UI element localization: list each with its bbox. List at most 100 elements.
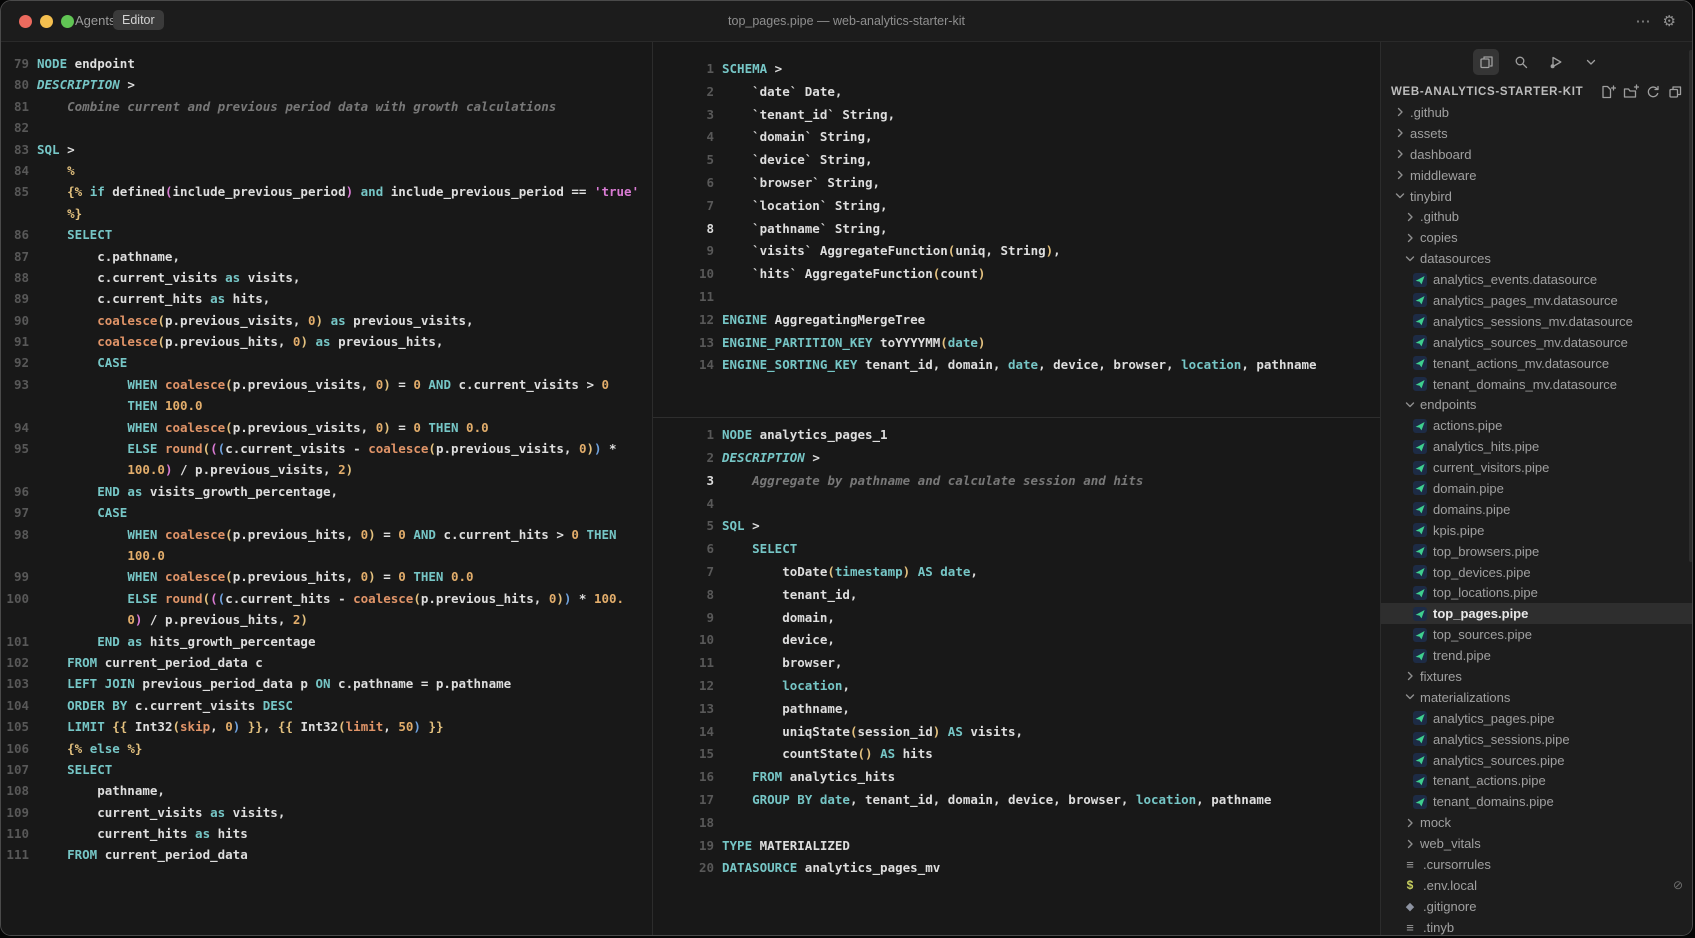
settings-gear-icon[interactable]: ⚙ (1663, 14, 1676, 29)
code-line[interactable]: 12 location, (653, 675, 1380, 698)
chevron-down-icon[interactable] (1578, 49, 1604, 75)
tree-item-top_browsers.pipe[interactable]: top_browsers.pipe (1381, 541, 1693, 562)
code-line[interactable]: 101 END as hits_growth_percentage (1, 631, 652, 652)
code-line[interactable]: 97 CASE (1, 502, 652, 523)
code-line[interactable]: 100.0 (1, 545, 652, 566)
overflow-menu-icon[interactable]: ⋯ (1636, 14, 1651, 29)
tree-item-fixtures[interactable]: fixtures (1381, 666, 1693, 687)
tree-item-kpis.pipe[interactable]: kpis.pipe (1381, 520, 1693, 541)
tree-item-tinybird[interactable]: tinybird (1381, 186, 1693, 207)
schema-section[interactable]: 1SCHEMA >2 `date` Date,3 `tenant_id` Str… (653, 42, 1380, 418)
new-file-icon[interactable] (1599, 84, 1616, 100)
tree-item-current_visitors.pipe[interactable]: current_visitors.pipe (1381, 457, 1693, 478)
minimize-button[interactable] (40, 15, 53, 28)
tree-item-.github[interactable]: .github (1381, 206, 1693, 227)
code-line[interactable]: 16 FROM analytics_hits (653, 766, 1380, 789)
code-line[interactable]: 15 countState() AS hits (653, 743, 1380, 766)
code-line[interactable]: 83SQL > (1, 139, 652, 160)
code-line[interactable]: 20DATASOURCE analytics_pages_mv (653, 857, 1380, 880)
code-line[interactable]: 4 (653, 493, 1380, 516)
code-line[interactable]: 3 Aggregate by pathname and calculate se… (653, 470, 1380, 493)
zoom-button[interactable] (61, 15, 74, 28)
code-line[interactable]: 80DESCRIPTION > (1, 74, 652, 95)
tree-item-analytics_events.datasource[interactable]: analytics_events.datasource (1381, 269, 1693, 290)
sidebar-scrollbar[interactable] (1689, 50, 1693, 562)
tree-item-copies[interactable]: copies (1381, 227, 1693, 248)
code-line[interactable]: 107 SELECT (1, 759, 652, 780)
tree-item-middleware[interactable]: middleware (1381, 165, 1693, 186)
code-line[interactable]: 2DESCRIPTION > (653, 447, 1380, 470)
code-line[interactable]: 100.0) / p.previous_visits, 2) (1, 459, 652, 480)
collapse-panels-icon[interactable] (1667, 84, 1683, 100)
tree-item-datasources[interactable]: datasources (1381, 248, 1693, 269)
tree-item-dashboard[interactable]: dashboard (1381, 144, 1693, 165)
code-line[interactable]: 95 ELSE round(((c.current_visits - coale… (1, 438, 652, 459)
chevron-down-icon[interactable] (1403, 252, 1417, 266)
code-line[interactable]: THEN 100.0 (1, 395, 652, 416)
code-line[interactable]: 7 toDate(timestamp) AS date, (653, 561, 1380, 584)
node-section[interactable]: 1NODE analytics_pages_12DESCRIPTION >3 A… (653, 418, 1380, 880)
tree-item-analytics_sessions_mv.datasource[interactable]: analytics_sessions_mv.datasource (1381, 311, 1693, 332)
chevron-right-icon[interactable] (1403, 837, 1417, 851)
tree-item-.gitignore[interactable]: ◆.gitignore (1381, 896, 1693, 917)
code-line[interactable]: 4 `domain` String, (653, 126, 1380, 149)
code-line[interactable]: 14ENGINE_SORTING_KEY tenant_id, domain, … (653, 354, 1380, 377)
tree-item-analytics_pages.pipe[interactable]: analytics_pages.pipe (1381, 708, 1693, 729)
code-line[interactable]: 89 c.current_hits as hits, (1, 288, 652, 309)
code-line[interactable]: 5SQL > (653, 515, 1380, 538)
chevron-down-icon[interactable] (1393, 189, 1407, 203)
code-line[interactable]: 0) / p.previous_hits, 2) (1, 609, 652, 630)
tree-item-analytics_pages_mv.datasource[interactable]: analytics_pages_mv.datasource (1381, 290, 1693, 311)
code-line[interactable]: 96 END as visits_growth_percentage, (1, 481, 652, 502)
code-line[interactable]: 11 browser, (653, 652, 1380, 675)
chevron-right-icon[interactable] (1393, 168, 1407, 182)
chevron-right-icon[interactable] (1403, 669, 1417, 683)
tree-item-tenant_actions.pipe[interactable]: tenant_actions.pipe (1381, 771, 1693, 792)
search-icon[interactable] (1508, 49, 1534, 75)
tree-item-tenant_domains.pipe[interactable]: tenant_domains.pipe (1381, 791, 1693, 812)
code-line[interactable]: 10 `hits` AggregateFunction(count) (653, 263, 1380, 286)
tree-item-.env.local[interactable]: $.env.local⊘ (1381, 875, 1693, 896)
code-line[interactable]: 17 GROUP BY date, tenant_id, domain, dev… (653, 789, 1380, 812)
code-line[interactable]: 13ENGINE_PARTITION_KEY toYYYYMM(date) (653, 332, 1380, 355)
code-line[interactable]: 2 `date` Date, (653, 81, 1380, 104)
tree-item-domains.pipe[interactable]: domains.pipe (1381, 499, 1693, 520)
tree-item-analytics_sources_mv.datasource[interactable]: analytics_sources_mv.datasource (1381, 332, 1693, 353)
chevron-right-icon[interactable] (1403, 231, 1417, 245)
code-line[interactable]: 93 WHEN coalesce(p.previous_visits, 0) =… (1, 374, 652, 395)
chevron-right-icon[interactable] (1393, 147, 1407, 161)
code-line[interactable]: 3 `tenant_id` String, (653, 104, 1380, 127)
code-line[interactable]: 108 pathname, (1, 780, 652, 801)
code-line[interactable]: 90 coalesce(p.previous_visits, 0) as pre… (1, 310, 652, 331)
code-line[interactable]: 106 {% else %} (1, 738, 652, 759)
code-line[interactable]: 103 LEFT JOIN previous_period_data p ON … (1, 673, 652, 694)
code-line[interactable]: 1SCHEMA > (653, 58, 1380, 81)
chevron-down-icon[interactable] (1403, 690, 1417, 704)
code-line[interactable]: 10 device, (653, 629, 1380, 652)
code-line[interactable]: 1NODE analytics_pages_1 (653, 424, 1380, 447)
code-line[interactable]: 88 c.current_visits as visits, (1, 267, 652, 288)
debug-icon[interactable] (1543, 49, 1569, 75)
code-line[interactable]: %} (1, 203, 652, 224)
code-line[interactable]: 79NODE endpoint (1, 53, 652, 74)
tree-item-tenant_domains_mv.datasource[interactable]: tenant_domains_mv.datasource (1381, 374, 1693, 395)
code-line[interactable]: 87 c.pathname, (1, 246, 652, 267)
code-line[interactable]: 84 % (1, 160, 652, 181)
tree-item-tenant_actions_mv.datasource[interactable]: tenant_actions_mv.datasource (1381, 353, 1693, 374)
tree-item-.tinyb[interactable]: ≡.tinyb (1381, 917, 1693, 936)
code-line[interactable]: 109 current_visits as visits, (1, 802, 652, 823)
code-line[interactable]: 9 domain, (653, 607, 1380, 630)
code-line[interactable]: 8 tenant_id, (653, 584, 1380, 607)
tree-item-endpoints[interactable]: endpoints (1381, 394, 1693, 415)
code-line[interactable]: 86 SELECT (1, 224, 652, 245)
code-line[interactable]: 105 LIMIT {{ Int32(skip, 0) }}, {{ Int32… (1, 716, 652, 737)
tab-editor[interactable]: Editor (113, 10, 164, 30)
code-line[interactable]: 5 `device` String, (653, 149, 1380, 172)
code-line[interactable]: 13 pathname, (653, 698, 1380, 721)
new-folder-icon[interactable] (1622, 84, 1639, 100)
chevron-right-icon[interactable] (1403, 816, 1417, 830)
code-line[interactable]: 99 WHEN coalesce(p.previous_hits, 0) = 0… (1, 566, 652, 587)
tree-item-domain.pipe[interactable]: domain.pipe (1381, 478, 1693, 499)
tree-item-assets[interactable]: assets (1381, 123, 1693, 144)
tree-item-web_vitals[interactable]: web_vitals (1381, 833, 1693, 854)
